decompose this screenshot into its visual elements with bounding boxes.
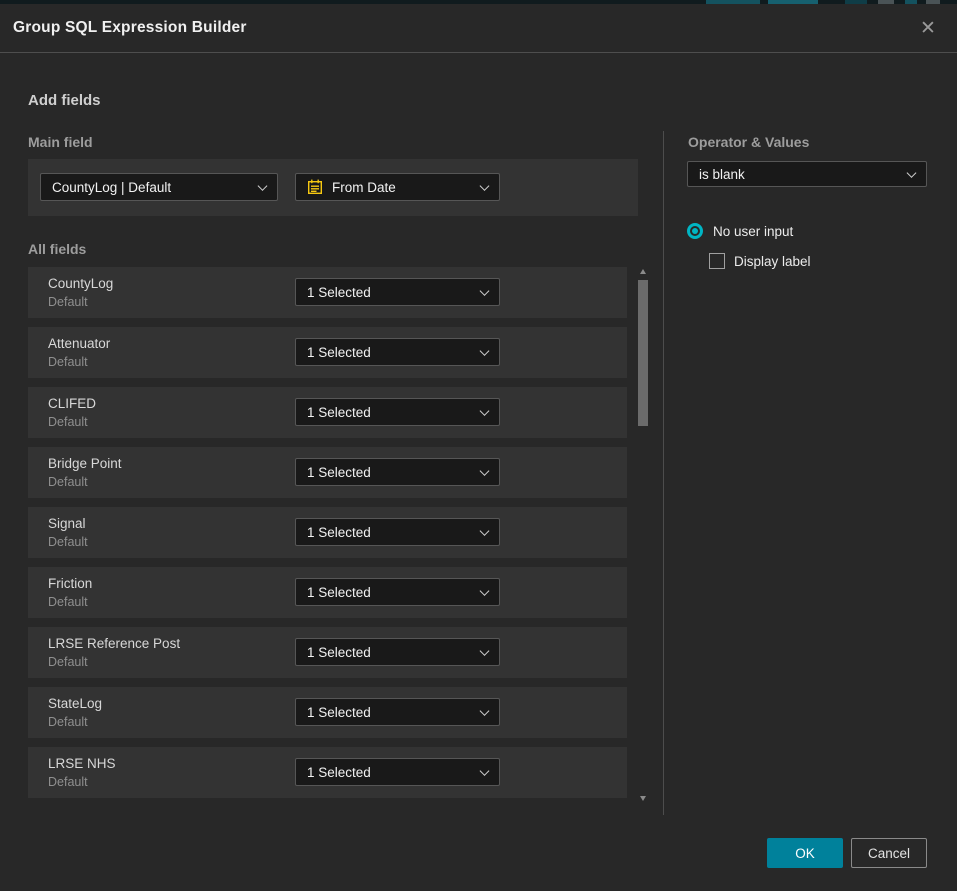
field-row: CountyLog Default 1 Selected — [28, 267, 627, 318]
field-selection-value: 1 Selected — [307, 765, 371, 780]
ok-button[interactable]: OK — [767, 838, 843, 868]
layer-select-value: CountyLog | Default — [52, 180, 171, 195]
field-selection-value: 1 Selected — [307, 585, 371, 600]
field-row: LRSE Reference Post Default 1 Selected — [28, 627, 627, 678]
field-selection-value: 1 Selected — [307, 345, 371, 360]
chevron-down-icon — [480, 586, 490, 596]
field-selection-select[interactable]: 1 Selected — [295, 278, 500, 306]
no-user-input-option: No user input — [687, 223, 793, 239]
main-field-label: Main field — [28, 134, 93, 150]
chevron-down-icon — [480, 466, 490, 476]
main-field-layer-select[interactable]: CountyLog | Default — [40, 173, 278, 201]
field-sublabel: Default — [48, 595, 88, 609]
display-label-option: Display label — [709, 253, 811, 269]
field-row: Bridge Point Default 1 Selected — [28, 447, 627, 498]
field-row: CLIFED Default 1 Selected — [28, 387, 627, 438]
field-sublabel: Default — [48, 535, 88, 549]
field-selection-select[interactable]: 1 Selected — [295, 398, 500, 426]
field-sublabel: Default — [48, 655, 88, 669]
field-name: Bridge Point — [48, 456, 122, 471]
fields-scrollbar[interactable] — [638, 264, 649, 804]
chevron-down-icon — [480, 346, 490, 356]
field-selection-select[interactable]: 1 Selected — [295, 338, 500, 366]
field-sublabel: Default — [48, 415, 88, 429]
field-name: CountyLog — [48, 276, 113, 291]
field-selection-value: 1 Selected — [307, 405, 371, 420]
group-sql-expression-builder-dialog: Group SQL Expression Builder ✕ Add field… — [0, 4, 957, 891]
chevron-down-icon — [480, 286, 490, 296]
field-name: Signal — [48, 516, 86, 531]
close-icon[interactable]: ✕ — [913, 13, 943, 43]
display-label-checkbox[interactable] — [709, 253, 725, 269]
add-fields-heading: Add fields — [28, 92, 101, 109]
field-selection-select[interactable]: 1 Selected — [295, 518, 500, 546]
field-select-value: From Date — [332, 180, 396, 195]
field-name: CLIFED — [48, 396, 96, 411]
field-name: Friction — [48, 576, 92, 591]
field-selection-value: 1 Selected — [307, 525, 371, 540]
main-field-field-select[interactable]: From Date — [295, 173, 500, 201]
field-sublabel: Default — [48, 475, 88, 489]
field-row: Signal Default 1 Selected — [28, 507, 627, 558]
display-label-label: Display label — [734, 254, 811, 269]
operator-values-heading: Operator & Values — [688, 134, 809, 150]
operator-select[interactable]: is blank — [687, 161, 927, 187]
column-divider — [663, 131, 664, 815]
field-selection-value: 1 Selected — [307, 645, 371, 660]
dialog-title: Group SQL Expression Builder — [13, 19, 247, 37]
all-fields-list: CountyLog Default 1 Selected Attenuator … — [28, 267, 627, 807]
field-selection-value: 1 Selected — [307, 285, 371, 300]
field-name: Attenuator — [48, 336, 110, 351]
field-row: Attenuator Default 1 Selected — [28, 327, 627, 378]
field-selection-value: 1 Selected — [307, 705, 371, 720]
field-row: LRSE NHS Default 1 Selected — [28, 747, 627, 798]
chevron-down-icon — [480, 706, 490, 716]
field-row: StateLog Default 1 Selected — [28, 687, 627, 738]
chevron-down-icon — [480, 406, 490, 416]
chevron-down-icon — [258, 181, 268, 191]
field-sublabel: Default — [48, 715, 88, 729]
calendar-icon — [307, 179, 323, 195]
dialog-header: Group SQL Expression Builder ✕ — [0, 4, 957, 53]
no-user-input-radio[interactable] — [687, 223, 703, 239]
chevron-down-icon — [480, 526, 490, 536]
field-selection-select[interactable]: 1 Selected — [295, 578, 500, 606]
scrollbar-up-icon[interactable] — [640, 269, 646, 274]
field-sublabel: Default — [48, 295, 88, 309]
chevron-down-icon — [480, 766, 490, 776]
field-name: LRSE Reference Post — [48, 636, 180, 651]
field-selection-select[interactable]: 1 Selected — [295, 458, 500, 486]
all-fields-label: All fields — [28, 241, 86, 257]
chevron-down-icon — [480, 646, 490, 656]
scrollbar-thumb[interactable] — [638, 280, 648, 426]
field-selection-select[interactable]: 1 Selected — [295, 698, 500, 726]
scrollbar-down-icon[interactable] — [640, 796, 646, 801]
field-selection-select[interactable]: 1 Selected — [295, 638, 500, 666]
field-row: Friction Default 1 Selected — [28, 567, 627, 618]
field-sublabel: Default — [48, 775, 88, 789]
field-name: LRSE NHS — [48, 756, 116, 771]
no-user-input-label: No user input — [713, 224, 793, 239]
operator-select-value: is blank — [699, 167, 745, 182]
field-selection-select[interactable]: 1 Selected — [295, 758, 500, 786]
field-sublabel: Default — [48, 355, 88, 369]
chevron-down-icon — [480, 181, 490, 191]
main-field-panel: CountyLog | Default From Date — [28, 159, 638, 216]
cancel-button[interactable]: Cancel — [851, 838, 927, 868]
field-name: StateLog — [48, 696, 102, 711]
field-selection-value: 1 Selected — [307, 465, 371, 480]
chevron-down-icon — [907, 168, 917, 178]
